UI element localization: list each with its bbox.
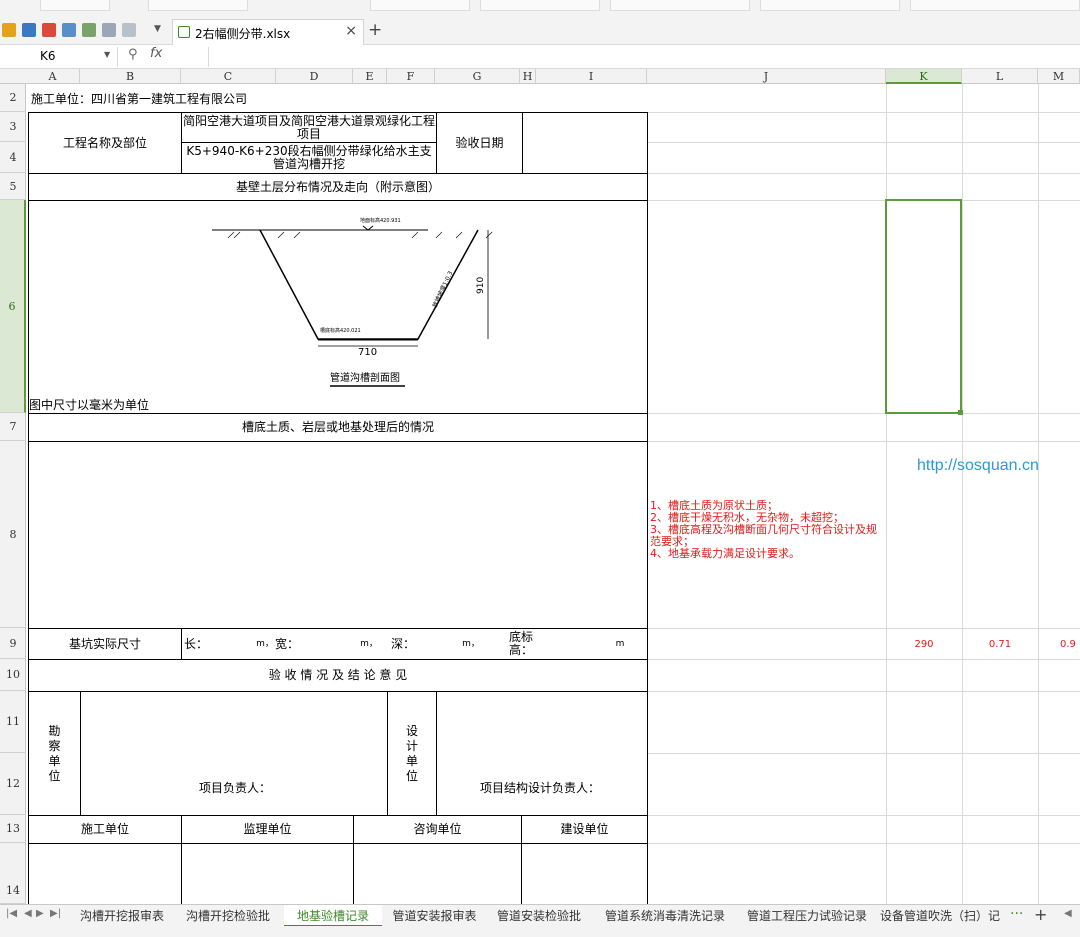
width-dim-label: 710 bbox=[358, 347, 377, 358]
add-sheet-icon[interactable]: + bbox=[1034, 905, 1047, 924]
construction-unit-cell[interactable]: 施工单位 bbox=[29, 816, 181, 843]
bottom-elev-label: 底标高： bbox=[508, 630, 533, 657]
acceptance-title-cell[interactable]: 验 收 情 况 及 结 论 意 见 bbox=[29, 660, 647, 691]
l9-value-cell[interactable]: 0.71 bbox=[962, 629, 1038, 659]
sheet-tab-pipe-install-inspection[interactable]: 管道安装检验批 bbox=[487, 905, 591, 927]
bottom-elev-unit: m bbox=[615, 638, 625, 649]
survey-unit-cell[interactable]: 勘 察 单 位 bbox=[29, 692, 80, 815]
ground-elevation-label: 地面标高420.931 bbox=[360, 217, 401, 224]
red-notes-cell[interactable]: 1、槽底土质为原状土质； 2、槽底干燥无积水，无杂物，未超挖； 3、槽底高程及沟… bbox=[650, 500, 884, 572]
width-label: 宽： bbox=[274, 636, 299, 651]
trench-section-diagram: 地面标高420.931 910 放坡坡度1:0.3 槽底标高420.021 71… bbox=[212, 217, 493, 387]
selected-cell-k6[interactable] bbox=[885, 199, 962, 414]
depth-dim-label: 910 bbox=[476, 277, 486, 294]
diagram-caption: 管道沟槽剖面图 bbox=[330, 371, 400, 384]
bottom-elevation-label: 槽底标高420.021 bbox=[320, 327, 361, 334]
slope-label: 放坡坡度1:0.3 bbox=[431, 270, 455, 309]
sheet-tab-blowing-record[interactable]: 设备管道吹洗（扫）记录 bbox=[876, 905, 1004, 937]
project-name-cell[interactable]: 简阳空港大道项目及简阳空港大道景观绿化工程项目 bbox=[183, 113, 435, 142]
structure-designer-label[interactable]: 项目结构设计负责人： bbox=[480, 776, 600, 800]
project-leader-label[interactable]: 项目负责人： bbox=[195, 776, 275, 800]
k9-value-cell[interactable]: 290 bbox=[886, 629, 962, 659]
sheet-tab-pressure-test[interactable]: 管道工程压力试验记录 bbox=[740, 905, 874, 927]
next-sheet-icon[interactable]: ▶ bbox=[36, 908, 44, 919]
design-unit-cell[interactable]: 设 计 单 位 bbox=[388, 692, 436, 815]
width-unit: m， bbox=[360, 638, 378, 649]
m9-value-cell[interactable]: 0.9 bbox=[1038, 629, 1080, 659]
last-sheet-icon[interactable]: ▶| bbox=[50, 908, 61, 919]
soil-header-cell[interactable]: 基壁土层分布情况及走向（附示意图） bbox=[29, 174, 647, 200]
company-cell[interactable]: 施工单位：四川省第一建筑工程有限公司 bbox=[31, 86, 431, 112]
scroll-left-icon[interactable]: ◀ bbox=[1064, 908, 1072, 919]
sheet-tab-disinfection-record[interactable]: 管道系统消毒清洗记录 bbox=[592, 905, 738, 927]
sheet-tab-foundation-record[interactable]: 地基验槽记录 bbox=[284, 905, 382, 927]
watermark-url: http://sosquan.cn bbox=[917, 457, 1039, 474]
acceptance-date-value-cell[interactable] bbox=[523, 113, 647, 173]
prev-sheet-icon[interactable]: ◀ bbox=[24, 908, 32, 919]
fill-handle[interactable] bbox=[958, 410, 963, 415]
soil-hatch bbox=[227, 231, 493, 239]
more-sheets-icon[interactable]: ··· bbox=[1010, 906, 1023, 922]
dimension-note-cell[interactable]: 图中尺寸以毫米为单位 bbox=[29, 397, 229, 413]
pit-size-label-cell[interactable]: 基坑实际尺寸 bbox=[29, 629, 181, 659]
consulting-unit-cell[interactable]: 咨询单位 bbox=[354, 816, 521, 843]
project-label-cell[interactable]: 工程名称及部位 bbox=[29, 113, 181, 173]
first-sheet-icon[interactable]: |◀ bbox=[6, 908, 17, 919]
owner-unit-cell[interactable]: 建设单位 bbox=[522, 816, 647, 843]
depth-unit: m， bbox=[462, 638, 480, 649]
depth-label: 深： bbox=[390, 636, 415, 651]
sheet-tab-trench-inspection[interactable]: 沟槽开挖检验批 bbox=[175, 905, 281, 927]
trench-bottom-header-cell[interactable]: 槽底土质、岩层或地基处理后的情况 bbox=[29, 414, 647, 441]
project-section-cell[interactable]: K5+940-K6+230段右幅侧分带绿化给水主支管道沟槽开挖 bbox=[183, 143, 435, 173]
spreadsheet-app: ▼ 2右幅侧分带.xlsx × + K6 ▼ ⚲ fx A B C D E F … bbox=[0, 0, 1080, 937]
cell-grid[interactable]: 施工单位：四川省第一建筑工程有限公司 工程名称及部位 简阳空港大道项目及简阳空港… bbox=[0, 0, 1080, 904]
acceptance-date-label-cell[interactable]: 验收日期 bbox=[437, 113, 522, 173]
status-bar bbox=[0, 926, 1080, 937]
sheet-tab-trench-report[interactable]: 沟槽开挖报审表 bbox=[70, 905, 174, 927]
sheet-tab-bar: |◀ ◀ ▶ ▶| 沟槽开挖报审表 沟槽开挖检验批 地基验槽记录 管道安装报审表… bbox=[0, 904, 1080, 937]
length-label: 长： bbox=[184, 636, 209, 651]
sheet-tab-pipe-install-report[interactable]: 管道安装报审表 bbox=[383, 905, 486, 927]
supervision-unit-cell[interactable]: 监理单位 bbox=[182, 816, 353, 843]
